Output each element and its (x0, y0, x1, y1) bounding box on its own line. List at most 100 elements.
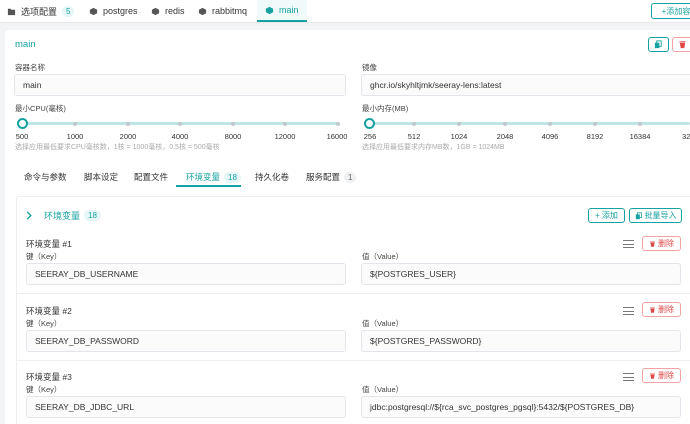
subtab-env-vars[interactable]: 环境变量 18 (186, 171, 241, 183)
env-var-divider (16, 293, 690, 294)
env-var-title: 环境变量 #1 (26, 239, 72, 249)
memory-slider-stop (503, 121, 507, 126)
cpu-tick: 4000 (171, 132, 189, 141)
env-vars-header: 环境变量 18 (44, 209, 101, 222)
subtab-script[interactable]: 脚本设定 (84, 171, 118, 183)
subtab-service-config-badge: 1 (344, 171, 357, 183)
env-value-input[interactable]: ${POSTGRES_USER} (361, 263, 681, 285)
chevron-right-icon[interactable] (25, 211, 33, 220)
env-key-input[interactable]: SEERAY_DB_PASSWORD (26, 330, 346, 352)
env-var-title: 环境变量 #2 (26, 306, 72, 316)
tab-main-label: main (279, 5, 299, 15)
subtab-script-label: 脚本设定 (84, 172, 119, 182)
drag-handle-icon[interactable] (623, 240, 634, 248)
memory-slider-track[interactable] (370, 122, 690, 125)
memory-hint: 选择应用最低要求内存MB数，1GB = 1024MB (362, 144, 505, 151)
delete-env-var-button[interactable]: 删除 (642, 368, 681, 383)
cpu-tick: 8000 (224, 132, 242, 141)
plus-icon: + (595, 211, 600, 220)
env-value-input[interactable]: ${POSTGRES_PASSWORD} (361, 330, 681, 352)
memory-slider-stop (638, 121, 642, 126)
subtab-active-indicator (176, 185, 241, 187)
memory-label: 最小内存(MB) (362, 104, 409, 113)
container-name-input[interactable]: main (14, 74, 346, 96)
container-name-label: 容器名称 (15, 63, 45, 72)
image-input[interactable]: ghcr.io/skyhltjmk/seeray-lens:latest (361, 74, 690, 96)
cpu-tick: 2000 (119, 132, 137, 141)
env-var-title: 环境变量 #3 (26, 372, 72, 382)
drag-handle-icon[interactable] (623, 307, 634, 315)
memory-tick: 16384 (629, 132, 651, 141)
env-vars-panel (16, 196, 690, 424)
add-container-button[interactable]: +添加容 (651, 3, 690, 19)
subtab-service-config-label: 服务配置 (306, 172, 341, 182)
cpu-tick: 16000 (326, 132, 348, 141)
trash-icon (650, 241, 655, 247)
tab-options-badge: 5 (62, 5, 75, 17)
subtab-config-files[interactable]: 配置文件 (134, 171, 168, 183)
tab-main[interactable]: main (257, 0, 307, 22)
env-key-input[interactable]: SEERAY_DB_JDBC_URL (26, 396, 346, 418)
add-container-label: +添加容 (661, 6, 690, 16)
cpu-slider-stop (336, 121, 340, 126)
tab-postgres[interactable]: postgres (89, 0, 138, 22)
cpu-tick: 500 (15, 132, 29, 141)
delete-label: 删除 (658, 305, 674, 314)
trash-icon (650, 373, 655, 379)
memory-slider-handle[interactable] (364, 118, 375, 129)
memory-slider-stop (548, 121, 552, 126)
tab-redis-label: redis (165, 6, 185, 16)
cpu-slider-stop (73, 121, 77, 126)
memory-tick: 8192 (586, 132, 604, 141)
memory-tick: 4096 (541, 132, 559, 141)
delete-env-var-button[interactable]: 删除 (642, 236, 681, 251)
env-key-input[interactable]: SEERAY_DB_USERNAME (26, 263, 346, 285)
delete-env-var-button[interactable]: 删除 (642, 302, 681, 317)
subtab-volumes-label: 持久化卷 (255, 172, 290, 182)
memory-tick: 512 (407, 132, 421, 141)
subtab-command-args[interactable]: 命令与参数 (24, 171, 67, 183)
env-vars-title: 环境变量 (44, 211, 81, 221)
subtab-command-args-label: 命令与参数 (24, 172, 67, 182)
memory-slider-stop (593, 121, 597, 126)
cpu-slider-stop (231, 121, 235, 126)
cpu-slider-stop (178, 121, 182, 126)
cube-icon (89, 7, 98, 15)
cpu-tick: 12000 (274, 132, 296, 141)
cube-icon (151, 7, 160, 15)
cube-icon (265, 6, 274, 14)
delete-container-button[interactable] (672, 37, 690, 52)
subtab-env-vars-label: 环境变量 (186, 172, 221, 182)
cpu-slider-stop (126, 121, 130, 126)
tab-redis[interactable]: redis (151, 0, 185, 22)
value-label: 值（Value） (362, 319, 404, 328)
tab-rabbitmq[interactable]: rabbitmq (198, 0, 247, 22)
cpu-slider-handle[interactable] (17, 118, 28, 129)
bulk-import-button[interactable]: 批量导入 (629, 208, 682, 223)
value-label: 值（Value） (362, 385, 404, 394)
container-title: main (15, 39, 36, 50)
key-label: 键（Key） (26, 385, 62, 394)
copy-icon (635, 211, 642, 219)
memory-tick: 2048 (496, 132, 514, 141)
cube-icon (198, 7, 207, 15)
cpu-hint: 选择应用最低要求CPU毫核数，1核 = 1000毫核，0.5核 = 500毫核 (15, 144, 220, 151)
trash-icon (650, 307, 655, 313)
drag-handle-icon[interactable] (623, 373, 634, 381)
memory-slider-stop (457, 121, 461, 126)
subtab-service-config[interactable]: 服务配置 1 (306, 171, 357, 183)
tab-options[interactable]: 选项配置 5 (7, 0, 75, 22)
image-label: 镜像 (362, 63, 377, 72)
memory-tick: 3276 (682, 132, 690, 141)
subtab-volumes[interactable]: 持久化卷 (255, 171, 289, 183)
add-env-var-button[interactable]: + 添加 (588, 208, 625, 223)
copy-container-button[interactable] (648, 37, 669, 52)
key-label: 键（Key） (26, 319, 62, 328)
env-value-input[interactable]: jdbc:postgresql://${rca_svc_postgres_pgs… (361, 396, 681, 418)
folder-icon (7, 8, 16, 15)
cpu-slider-stop (283, 121, 287, 126)
trash-icon (679, 41, 686, 49)
cpu-label: 最小CPU(毫核) (15, 104, 66, 113)
env-var-divider (16, 360, 690, 361)
value-label: 值（Value） (362, 252, 404, 261)
